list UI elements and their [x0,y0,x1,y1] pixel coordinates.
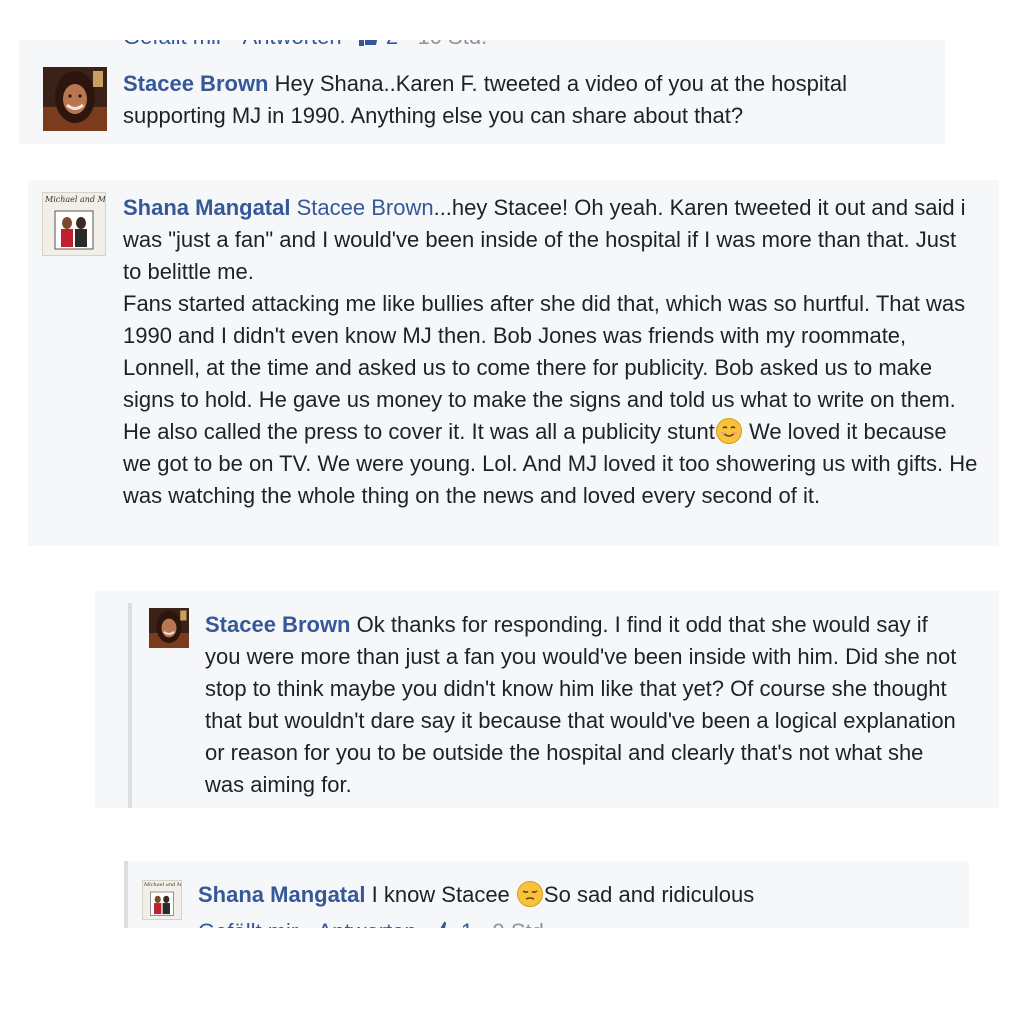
like-count: 1 [461,919,473,928]
smiling-face-emoji-icon [715,418,742,444]
separator-dot: · [479,919,486,928]
reply-2: Michael and Me Shana Mangatal I know Sta… [124,861,969,928]
like-link[interactable]: Gefällt mir [198,919,298,928]
thumbs-up-icon [440,921,452,928]
comment-body: Shana Mangatal Stacee Brown...hey Stacee… [123,192,978,512]
comment-body: Stacee Brown Ok thanks for responding. I… [205,609,965,801]
comment-body: Stacee Brown Hey Shana..Karen F. tweeted… [123,68,933,132]
avatar[interactable] [43,67,107,131]
avatar[interactable]: Michael and Me [142,880,182,920]
profile-photo-icon [43,67,107,131]
author-name[interactable]: Stacee Brown [123,71,269,96]
photo-sketch-icon [54,210,94,250]
comment-text: Ok thanks for responding. I find it odd … [205,612,957,797]
separator-dot: · [404,40,411,49]
avatar[interactable]: Michael and Me [42,192,106,256]
like-link[interactable]: Gefällt mir [123,40,223,49]
comment-2: Michael and Me Shana Mangatal Stacee Bro… [28,180,999,546]
profile-photo-icon [149,608,189,648]
timestamp[interactable]: 10 Std. [417,40,487,49]
author-name[interactable]: Stacee Brown [205,612,351,637]
separator-dot: · [304,919,311,928]
reply-thread-line [128,603,132,808]
like-count: 2 [386,40,398,49]
reply-thread-line [124,861,128,928]
reply-1: Stacee Brown Ok thanks for responding. I… [95,591,999,808]
photo-sketch-icon [150,891,174,916]
separator-dot: · [229,40,236,49]
author-name[interactable]: Shana Mangatal [123,195,290,220]
mention-link[interactable]: Stacee Brown [297,195,434,220]
comment-text-b: So sad and ridiculous [543,882,755,907]
pensive-face-emoji-icon [516,881,543,907]
reply-link[interactable]: Antworten [318,919,417,928]
timestamp[interactable]: 9 Std. [492,919,549,928]
reply-link[interactable]: Antworten [243,40,342,49]
thumbs-up-icon [358,40,377,46]
previous-comment-meta: Gefällt mir · Antworten 2 · 10 Std. [123,40,487,50]
comment-body: Shana Mangatal I know Stacee So sad and … [198,879,958,911]
comment-text-a: I know Stacee [371,882,516,907]
avatar[interactable] [149,608,189,648]
comment-meta: Gefällt mir · Antworten 1 · 9 Std. [198,919,550,928]
author-name[interactable]: Shana Mangatal [198,882,365,907]
comment-1: Gefällt mir · Antworten 2 · 10 Std. Stacee B… [19,40,945,144]
